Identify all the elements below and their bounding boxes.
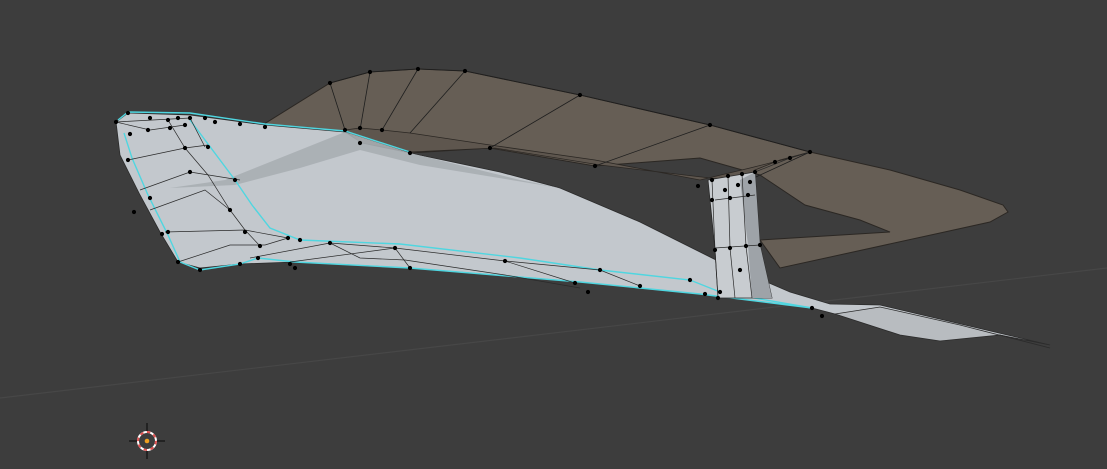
mesh-vertex[interactable]	[637, 283, 643, 289]
3d-cursor-icon[interactable]	[129, 423, 165, 459]
mesh-vertex[interactable]	[737, 267, 743, 273]
mesh-vertex[interactable]	[165, 117, 171, 123]
mesh-vertex[interactable]	[113, 119, 119, 125]
mesh-vertex[interactable]	[232, 177, 238, 183]
mesh-vertex[interactable]	[257, 243, 263, 249]
mesh-vertex[interactable]	[327, 80, 333, 86]
mesh-vertex[interactable]	[237, 261, 243, 267]
mesh-vertex[interactable]	[739, 171, 745, 177]
mesh-vertex[interactable]	[735, 182, 741, 188]
mesh-vertex[interactable]	[702, 291, 708, 297]
mesh-vertex[interactable]	[125, 110, 131, 116]
mesh-vertex[interactable]	[202, 115, 208, 121]
mesh-vertex[interactable]	[187, 115, 193, 121]
mesh-vertex[interactable]	[125, 157, 131, 163]
mesh-vertex[interactable]	[407, 150, 413, 156]
mesh-vertex[interactable]	[182, 145, 188, 151]
mesh-vertex[interactable]	[327, 240, 333, 246]
mesh-vertex[interactable]	[175, 259, 181, 265]
mesh-vertex[interactable]	[772, 159, 778, 165]
mesh-vertex[interactable]	[255, 255, 261, 261]
mesh-vertex[interactable]	[715, 295, 721, 301]
mesh-vertex[interactable]	[131, 209, 137, 215]
mesh-vertex[interactable]	[147, 115, 153, 121]
mesh-vertex[interactable]	[707, 122, 713, 128]
mesh-vertex[interactable]	[197, 267, 203, 273]
mesh-vertex[interactable]	[743, 243, 749, 249]
mesh-vertex[interactable]	[757, 242, 763, 248]
mesh-vertex[interactable]	[787, 155, 793, 161]
mesh-vertex[interactable]	[487, 145, 493, 151]
mesh-vertex[interactable]	[577, 92, 583, 98]
mesh-vertex[interactable]	[262, 124, 268, 130]
mesh-vertex[interactable]	[182, 122, 188, 128]
mesh-vertex[interactable]	[807, 149, 813, 155]
mesh-vertex[interactable]	[725, 173, 731, 179]
mesh-vertex[interactable]	[712, 247, 718, 253]
mesh-vertex[interactable]	[187, 169, 193, 175]
mesh-vertex[interactable]	[242, 229, 248, 235]
mesh-vertex[interactable]	[747, 179, 753, 185]
mesh-vertex[interactable]	[285, 235, 291, 241]
mesh-vertex[interactable]	[147, 195, 153, 201]
mesh-vertex[interactable]	[205, 144, 211, 150]
mesh-vertex[interactable]	[357, 125, 363, 131]
mesh-vertex[interactable]	[127, 131, 133, 137]
mesh-vertex[interactable]	[357, 140, 363, 146]
mesh-vertex[interactable]	[809, 305, 815, 311]
mesh-vertex[interactable]	[597, 267, 603, 273]
mesh-vertex[interactable]	[585, 289, 591, 295]
mesh-vertex[interactable]	[227, 207, 233, 213]
mesh-vertex[interactable]	[167, 125, 173, 131]
mesh-vertex[interactable]	[722, 187, 728, 193]
mesh-vertex[interactable]	[367, 69, 373, 75]
mesh-vertex[interactable]	[572, 280, 578, 286]
mesh-vertex[interactable]	[462, 68, 468, 74]
mesh-vertex[interactable]	[287, 261, 293, 267]
mesh-vertex[interactable]	[292, 265, 298, 271]
mesh-vertex[interactable]	[709, 177, 715, 183]
mesh-vertex[interactable]	[342, 127, 348, 133]
mesh-vertex[interactable]	[502, 258, 508, 264]
3d-viewport[interactable]	[0, 0, 1107, 469]
mesh-vertex[interactable]	[592, 163, 598, 169]
mesh-vertex[interactable]	[709, 197, 715, 203]
mesh-vertex[interactable]	[407, 265, 413, 271]
mesh-vertex[interactable]	[752, 169, 758, 175]
light-face-tail	[834, 306, 1051, 349]
viewport-canvas[interactable]	[0, 0, 1107, 469]
mesh-vertex[interactable]	[212, 119, 218, 125]
mesh-vertex[interactable]	[175, 115, 181, 121]
mesh-vertex[interactable]	[145, 127, 151, 133]
mesh-vertex[interactable]	[717, 289, 723, 295]
mesh-vertex[interactable]	[159, 231, 165, 237]
mesh-vertex[interactable]	[237, 121, 243, 127]
mesh-vertex[interactable]	[165, 229, 171, 235]
mesh-vertex[interactable]	[727, 195, 733, 201]
mesh-vertex[interactable]	[745, 192, 751, 198]
mesh-vertex[interactable]	[379, 127, 385, 133]
mesh-vertex[interactable]	[392, 245, 398, 251]
mesh-vertex[interactable]	[695, 183, 701, 189]
mesh-vertex[interactable]	[727, 245, 733, 251]
mesh-vertex[interactable]	[687, 277, 693, 283]
mesh-vertex[interactable]	[415, 66, 421, 72]
mesh-vertex[interactable]	[819, 313, 825, 319]
mesh-vertex[interactable]	[297, 237, 303, 243]
